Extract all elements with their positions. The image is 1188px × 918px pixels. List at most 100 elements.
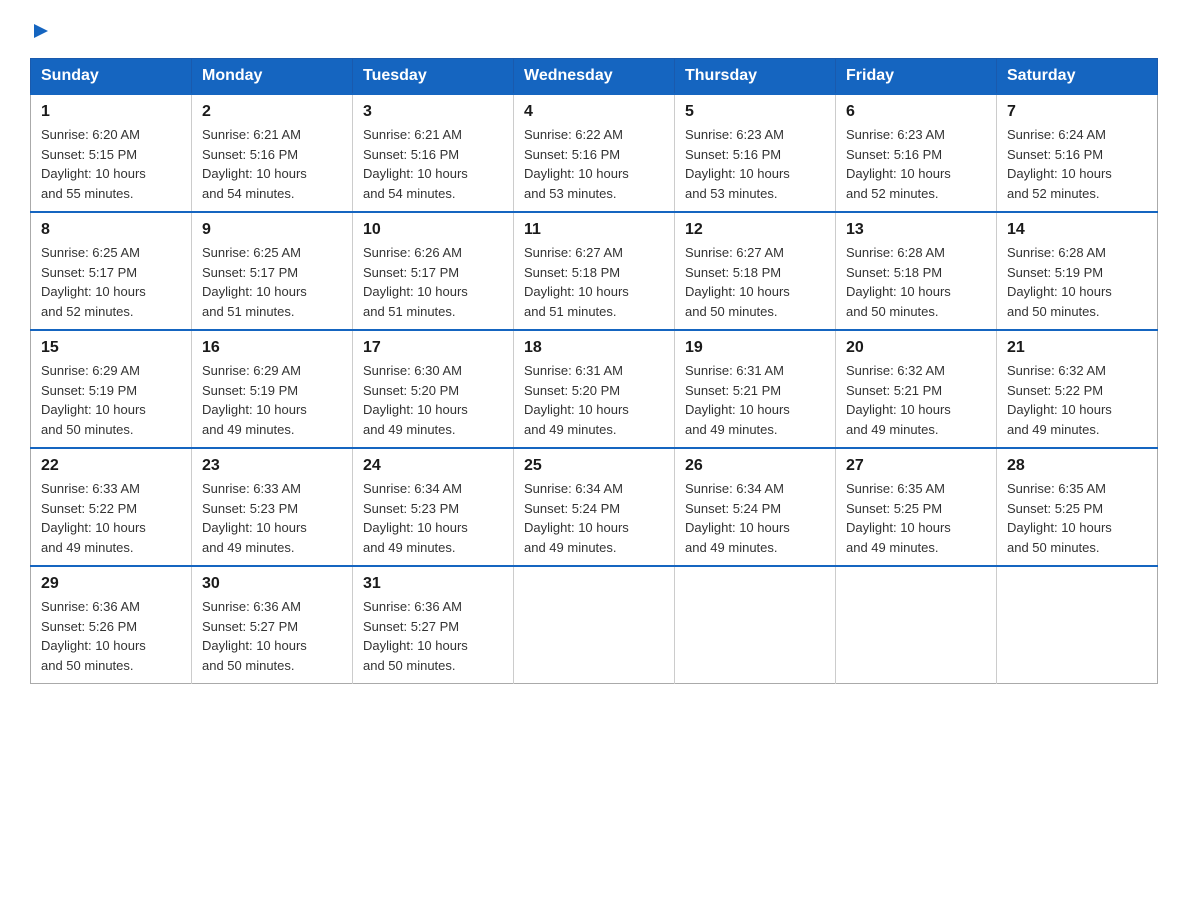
day-number: 10 [363,221,503,239]
header-monday: Monday [192,59,353,95]
calendar-cell: 18 Sunrise: 6:31 AM Sunset: 5:20 PM Dayl… [514,330,675,448]
day-info: Sunrise: 6:29 AM Sunset: 5:19 PM Dayligh… [41,361,181,439]
day-info: Sunrise: 6:34 AM Sunset: 5:24 PM Dayligh… [685,479,825,557]
day-info: Sunrise: 6:21 AM Sunset: 5:16 PM Dayligh… [363,125,503,203]
day-info: Sunrise: 6:21 AM Sunset: 5:16 PM Dayligh… [202,125,342,203]
calendar-cell [836,566,997,684]
day-info: Sunrise: 6:24 AM Sunset: 5:16 PM Dayligh… [1007,125,1147,203]
day-info: Sunrise: 6:23 AM Sunset: 5:16 PM Dayligh… [846,125,986,203]
calendar-cell: 3 Sunrise: 6:21 AM Sunset: 5:16 PM Dayli… [353,94,514,212]
day-info: Sunrise: 6:33 AM Sunset: 5:23 PM Dayligh… [202,479,342,557]
week-row-4: 22 Sunrise: 6:33 AM Sunset: 5:22 PM Dayl… [31,448,1158,566]
day-number: 24 [363,457,503,475]
calendar-cell: 20 Sunrise: 6:32 AM Sunset: 5:21 PM Dayl… [836,330,997,448]
header-saturday: Saturday [997,59,1158,95]
calendar-header-row: SundayMondayTuesdayWednesdayThursdayFrid… [31,59,1158,95]
header-friday: Friday [836,59,997,95]
header-wednesday: Wednesday [514,59,675,95]
day-number: 22 [41,457,181,475]
day-number: 17 [363,339,503,357]
day-number: 25 [524,457,664,475]
week-row-3: 15 Sunrise: 6:29 AM Sunset: 5:19 PM Dayl… [31,330,1158,448]
logo [30,20,52,38]
day-number: 13 [846,221,986,239]
week-row-2: 8 Sunrise: 6:25 AM Sunset: 5:17 PM Dayli… [31,212,1158,330]
calendar-cell: 16 Sunrise: 6:29 AM Sunset: 5:19 PM Dayl… [192,330,353,448]
day-number: 19 [685,339,825,357]
day-number: 23 [202,457,342,475]
day-number: 16 [202,339,342,357]
day-number: 5 [685,103,825,121]
day-info: Sunrise: 6:33 AM Sunset: 5:22 PM Dayligh… [41,479,181,557]
day-number: 30 [202,575,342,593]
day-number: 8 [41,221,181,239]
day-number: 29 [41,575,181,593]
header-thursday: Thursday [675,59,836,95]
calendar-cell: 5 Sunrise: 6:23 AM Sunset: 5:16 PM Dayli… [675,94,836,212]
day-number: 15 [41,339,181,357]
day-number: 3 [363,103,503,121]
day-number: 1 [41,103,181,121]
day-info: Sunrise: 6:27 AM Sunset: 5:18 PM Dayligh… [685,243,825,321]
day-number: 2 [202,103,342,121]
calendar-cell: 30 Sunrise: 6:36 AM Sunset: 5:27 PM Dayl… [192,566,353,684]
calendar-cell: 4 Sunrise: 6:22 AM Sunset: 5:16 PM Dayli… [514,94,675,212]
day-number: 11 [524,221,664,239]
day-info: Sunrise: 6:35 AM Sunset: 5:25 PM Dayligh… [846,479,986,557]
calendar-cell: 9 Sunrise: 6:25 AM Sunset: 5:17 PM Dayli… [192,212,353,330]
calendar-table: SundayMondayTuesdayWednesdayThursdayFrid… [30,58,1158,684]
day-number: 26 [685,457,825,475]
calendar-cell: 14 Sunrise: 6:28 AM Sunset: 5:19 PM Dayl… [997,212,1158,330]
calendar-cell: 24 Sunrise: 6:34 AM Sunset: 5:23 PM Dayl… [353,448,514,566]
day-number: 4 [524,103,664,121]
calendar-cell [514,566,675,684]
calendar-cell: 25 Sunrise: 6:34 AM Sunset: 5:24 PM Dayl… [514,448,675,566]
day-number: 7 [1007,103,1147,121]
header-sunday: Sunday [31,59,192,95]
day-info: Sunrise: 6:27 AM Sunset: 5:18 PM Dayligh… [524,243,664,321]
day-number: 31 [363,575,503,593]
day-info: Sunrise: 6:32 AM Sunset: 5:21 PM Dayligh… [846,361,986,439]
calendar-cell: 2 Sunrise: 6:21 AM Sunset: 5:16 PM Dayli… [192,94,353,212]
day-number: 21 [1007,339,1147,357]
calendar-cell: 13 Sunrise: 6:28 AM Sunset: 5:18 PM Dayl… [836,212,997,330]
calendar-cell [997,566,1158,684]
calendar-cell: 19 Sunrise: 6:31 AM Sunset: 5:21 PM Dayl… [675,330,836,448]
day-info: Sunrise: 6:22 AM Sunset: 5:16 PM Dayligh… [524,125,664,203]
calendar-cell: 8 Sunrise: 6:25 AM Sunset: 5:17 PM Dayli… [31,212,192,330]
calendar-cell: 1 Sunrise: 6:20 AM Sunset: 5:15 PM Dayli… [31,94,192,212]
week-row-1: 1 Sunrise: 6:20 AM Sunset: 5:15 PM Dayli… [31,94,1158,212]
day-info: Sunrise: 6:30 AM Sunset: 5:20 PM Dayligh… [363,361,503,439]
calendar-cell: 12 Sunrise: 6:27 AM Sunset: 5:18 PM Dayl… [675,212,836,330]
day-info: Sunrise: 6:36 AM Sunset: 5:27 PM Dayligh… [202,597,342,675]
day-info: Sunrise: 6:36 AM Sunset: 5:26 PM Dayligh… [41,597,181,675]
calendar-cell: 29 Sunrise: 6:36 AM Sunset: 5:26 PM Dayl… [31,566,192,684]
calendar-cell: 17 Sunrise: 6:30 AM Sunset: 5:20 PM Dayl… [353,330,514,448]
day-number: 20 [846,339,986,357]
week-row-5: 29 Sunrise: 6:36 AM Sunset: 5:26 PM Dayl… [31,566,1158,684]
calendar-cell: 11 Sunrise: 6:27 AM Sunset: 5:18 PM Dayl… [514,212,675,330]
calendar-cell: 7 Sunrise: 6:24 AM Sunset: 5:16 PM Dayli… [997,94,1158,212]
day-info: Sunrise: 6:35 AM Sunset: 5:25 PM Dayligh… [1007,479,1147,557]
day-info: Sunrise: 6:28 AM Sunset: 5:19 PM Dayligh… [1007,243,1147,321]
day-number: 6 [846,103,986,121]
day-number: 14 [1007,221,1147,239]
calendar-cell: 23 Sunrise: 6:33 AM Sunset: 5:23 PM Dayl… [192,448,353,566]
day-info: Sunrise: 6:25 AM Sunset: 5:17 PM Dayligh… [41,243,181,321]
day-number: 12 [685,221,825,239]
calendar-cell: 6 Sunrise: 6:23 AM Sunset: 5:16 PM Dayli… [836,94,997,212]
calendar-cell: 27 Sunrise: 6:35 AM Sunset: 5:25 PM Dayl… [836,448,997,566]
day-number: 9 [202,221,342,239]
day-info: Sunrise: 6:23 AM Sunset: 5:16 PM Dayligh… [685,125,825,203]
day-info: Sunrise: 6:31 AM Sunset: 5:20 PM Dayligh… [524,361,664,439]
calendar-cell: 10 Sunrise: 6:26 AM Sunset: 5:17 PM Dayl… [353,212,514,330]
day-info: Sunrise: 6:31 AM Sunset: 5:21 PM Dayligh… [685,361,825,439]
calendar-cell: 28 Sunrise: 6:35 AM Sunset: 5:25 PM Dayl… [997,448,1158,566]
day-info: Sunrise: 6:34 AM Sunset: 5:24 PM Dayligh… [524,479,664,557]
calendar-cell: 22 Sunrise: 6:33 AM Sunset: 5:22 PM Dayl… [31,448,192,566]
day-info: Sunrise: 6:25 AM Sunset: 5:17 PM Dayligh… [202,243,342,321]
page-header [30,20,1158,38]
day-number: 27 [846,457,986,475]
header-tuesday: Tuesday [353,59,514,95]
calendar-cell: 26 Sunrise: 6:34 AM Sunset: 5:24 PM Dayl… [675,448,836,566]
